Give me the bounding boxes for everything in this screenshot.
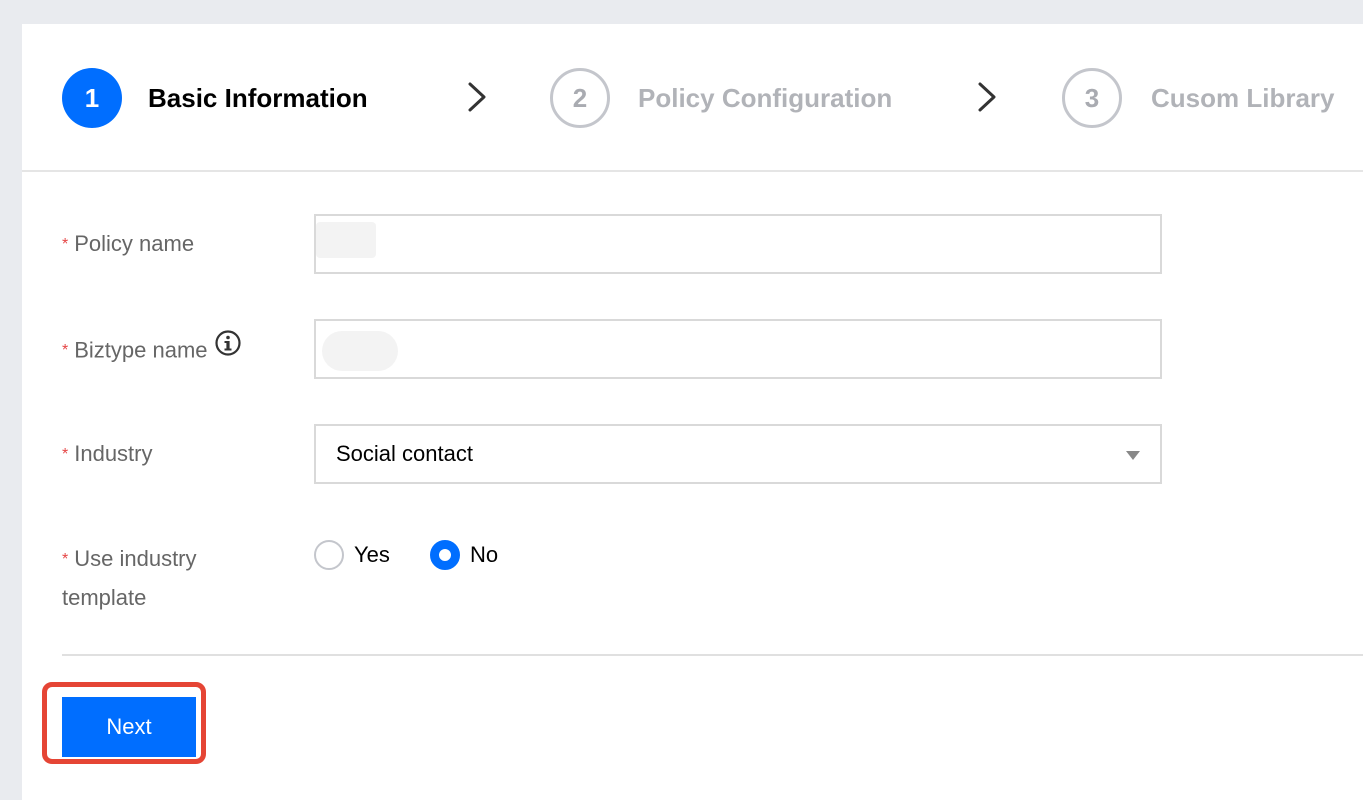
next-button[interactable]: Next	[62, 697, 196, 757]
step-1-label[interactable]: Basic Information	[148, 82, 368, 114]
step-2-number[interactable]: 2	[550, 68, 610, 128]
use-industry-template-label: * Use industry template	[62, 541, 197, 616]
policy-name-label-text: Policy name	[74, 231, 195, 256]
radio-no-circle[interactable]	[430, 540, 460, 570]
industry-selected-value: Social contact	[336, 441, 473, 466]
use-industry-template-label-line1: Use industry	[74, 546, 197, 571]
industry-label-text: Industry	[74, 441, 153, 466]
radio-yes-circle[interactable]	[314, 540, 344, 570]
redacted-value	[316, 222, 376, 258]
stepper: 1 Basic Information 2 Policy Configurati…	[22, 24, 1363, 172]
chevron-right-icon	[978, 82, 996, 112]
caret-down-icon	[1126, 451, 1140, 460]
redacted-value	[322, 331, 398, 371]
footer-divider	[62, 654, 1363, 656]
radio-no[interactable]: No	[430, 540, 498, 570]
required-asterisk: *	[62, 236, 69, 253]
radio-no-label: No	[470, 542, 499, 567]
policy-name-input[interactable]	[314, 214, 1162, 274]
step-3-number[interactable]: 3	[1062, 68, 1122, 128]
industry-select[interactable]: Social contact	[314, 424, 1162, 484]
step-3-label[interactable]: Cusom Library	[1151, 82, 1335, 114]
policy-name-label: * Policy name	[62, 226, 194, 265]
biztype-name-label-text: Biztype name	[74, 337, 208, 363]
policy-wizard-card: 1 Basic Information 2 Policy Configurati…	[22, 24, 1363, 800]
step-2-label[interactable]: Policy Configuration	[638, 82, 892, 114]
required-asterisk: *	[62, 342, 69, 360]
use-industry-template-label-line2: template	[62, 585, 147, 610]
biztype-name-input[interactable]	[314, 319, 1162, 379]
required-asterisk: *	[62, 551, 69, 568]
radio-yes-label: Yes	[354, 542, 390, 567]
biztype-name-label: * Biztype name	[62, 329, 242, 371]
radio-yes[interactable]: Yes	[314, 540, 390, 570]
industry-label: * Industry	[62, 436, 153, 475]
chevron-right-icon	[468, 82, 486, 112]
info-icon[interactable]	[214, 329, 242, 368]
step-1-number[interactable]: 1	[62, 68, 122, 128]
required-asterisk: *	[62, 446, 69, 463]
